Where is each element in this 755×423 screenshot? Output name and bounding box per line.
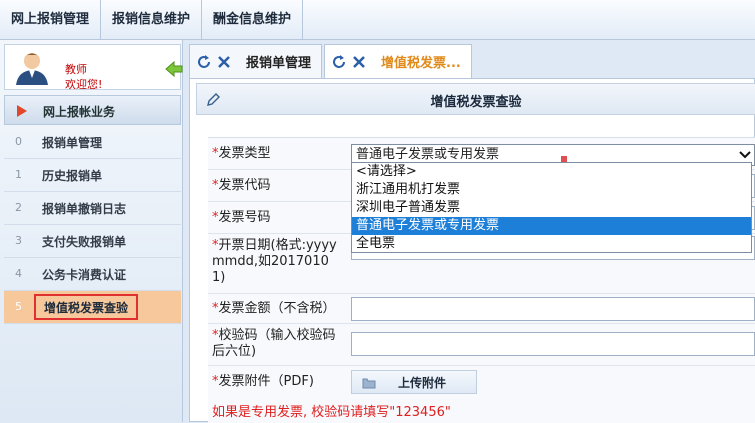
sidebar-item-label: 支付失败报销单 (42, 235, 127, 249)
nav-index: 3 (15, 234, 22, 247)
invoice-type-value: 普通电子发票或专用发票 (356, 147, 500, 162)
refresh-icon[interactable] (196, 54, 212, 70)
sidebar-item-label: 报销单管理 (42, 136, 103, 150)
option-zhejiang[interactable]: 浙江通用机打发票 (352, 181, 751, 199)
row-attachment: *发票附件（PDF) 上传附件 (208, 366, 755, 398)
check-code-input[interactable] (351, 332, 755, 356)
nav-index: 1 (15, 168, 22, 181)
user-name: 教师 (65, 63, 87, 76)
nav-index: 2 (15, 201, 22, 214)
nav-index: 4 (15, 267, 22, 280)
nav-index: 5 (15, 300, 22, 313)
arrow-right-icon (17, 105, 27, 117)
sidebar-item-history[interactable]: 1 历史报销单 (4, 159, 181, 192)
avatar (16, 53, 48, 85)
option-please-select[interactable]: <请选择> (352, 163, 751, 181)
chevron-down-icon (739, 151, 751, 159)
user-welcome: 欢迎您! (65, 78, 103, 91)
tab-reimbursement-management[interactable]: 报销单管理 (189, 44, 323, 78)
sidebar-item-label: 公务卡消费认证 (42, 268, 127, 282)
close-icon[interactable] (216, 54, 232, 70)
attachment-label: *发票附件（PDF) (212, 374, 314, 389)
amount-input[interactable] (351, 297, 755, 321)
hint-text: 如果是专用发票, 校验码请填写"123456" (212, 405, 451, 420)
sidebar-item-card-auth[interactable]: 4 公务卡消费认证 (4, 258, 181, 291)
option-full-electronic[interactable]: 全电票 (352, 235, 751, 253)
option-general-or-special[interactable]: 普通电子发票或专用发票 (352, 217, 751, 235)
section-header[interactable]: 网上报帐业务 (4, 95, 181, 125)
menu-reimbursement-management[interactable]: 网上报销管理 (0, 0, 102, 40)
tab-label: 报销单管理 (246, 56, 312, 71)
sidebar-item-label: 报销单撤销日志 (42, 202, 127, 216)
close-icon[interactable] (351, 54, 367, 70)
menu-remuneration-info[interactable]: 酬金信息维护 (202, 0, 304, 40)
upload-label: 上传附件 (398, 376, 447, 390)
check-code-label: *校验码（输入校验码后六位) (212, 328, 336, 359)
invoice-code-label: *发票代码 (212, 178, 271, 193)
tab-label: 增值税发票... (381, 56, 461, 71)
sidebar-item-vat-check[interactable]: 5 增值税发票查验 (4, 291, 181, 324)
upload-attachment-button[interactable]: 上传附件 (351, 370, 477, 394)
collapse-arrow-icon[interactable] (165, 61, 183, 77)
tab-bar: 报销单管理 增值税发票... (189, 44, 474, 78)
amount-label: *发票金额（不含税） (212, 301, 336, 316)
top-menu-bar: 网上报销管理 报销信息维护 酬金信息维护 (0, 0, 755, 40)
section-title: 网上报帐业务 (43, 105, 116, 119)
folder-icon (362, 378, 376, 389)
sidebar-item-label: 增值税发票查验 (34, 294, 139, 320)
refresh-icon[interactable] (331, 54, 347, 70)
invoice-number-label: *发票号码 (212, 210, 271, 225)
menu-reimbursement-info[interactable]: 报销信息维护 (101, 0, 203, 40)
row-check-code: *校验码（输入校验码后六位) (208, 324, 755, 366)
option-shenzhen[interactable]: 深圳电子普通发票 (352, 199, 751, 217)
panel-header: 增值税发票查验 (196, 83, 755, 115)
sidebar: 教师 欢迎您! 网上报帐业务 0 报销单管理 1 历史报销单 2 报销单撤销日志… (0, 40, 183, 422)
tab-vat-check[interactable]: 增值税发票... (324, 44, 472, 78)
invoice-type-dropdown: <请选择> 浙江通用机打发票 深圳电子普通发票 普通电子发票或专用发票 全电票 (351, 162, 752, 253)
sidebar-item-label: 历史报销单 (42, 169, 103, 183)
sidebar-item-payment-failed[interactable]: 3 支付失败报销单 (4, 225, 181, 258)
nav-index: 0 (15, 135, 22, 148)
user-box: 教师 欢迎您! (4, 44, 183, 91)
invoice-type-label: *发票类型 (212, 146, 271, 161)
page-title: 增值税发票查验 (430, 95, 522, 110)
issue-date-label: *开票日期(格式:yyyymmdd,如20170101) (212, 238, 337, 285)
sidebar-item-revoke-log[interactable]: 2 报销单撤销日志 (4, 192, 181, 225)
sidebar-item-reimbursement-management[interactable]: 0 报销单管理 (4, 126, 181, 159)
row-amount: *发票金额（不含税） (208, 294, 755, 324)
cursor-marker (561, 156, 567, 162)
